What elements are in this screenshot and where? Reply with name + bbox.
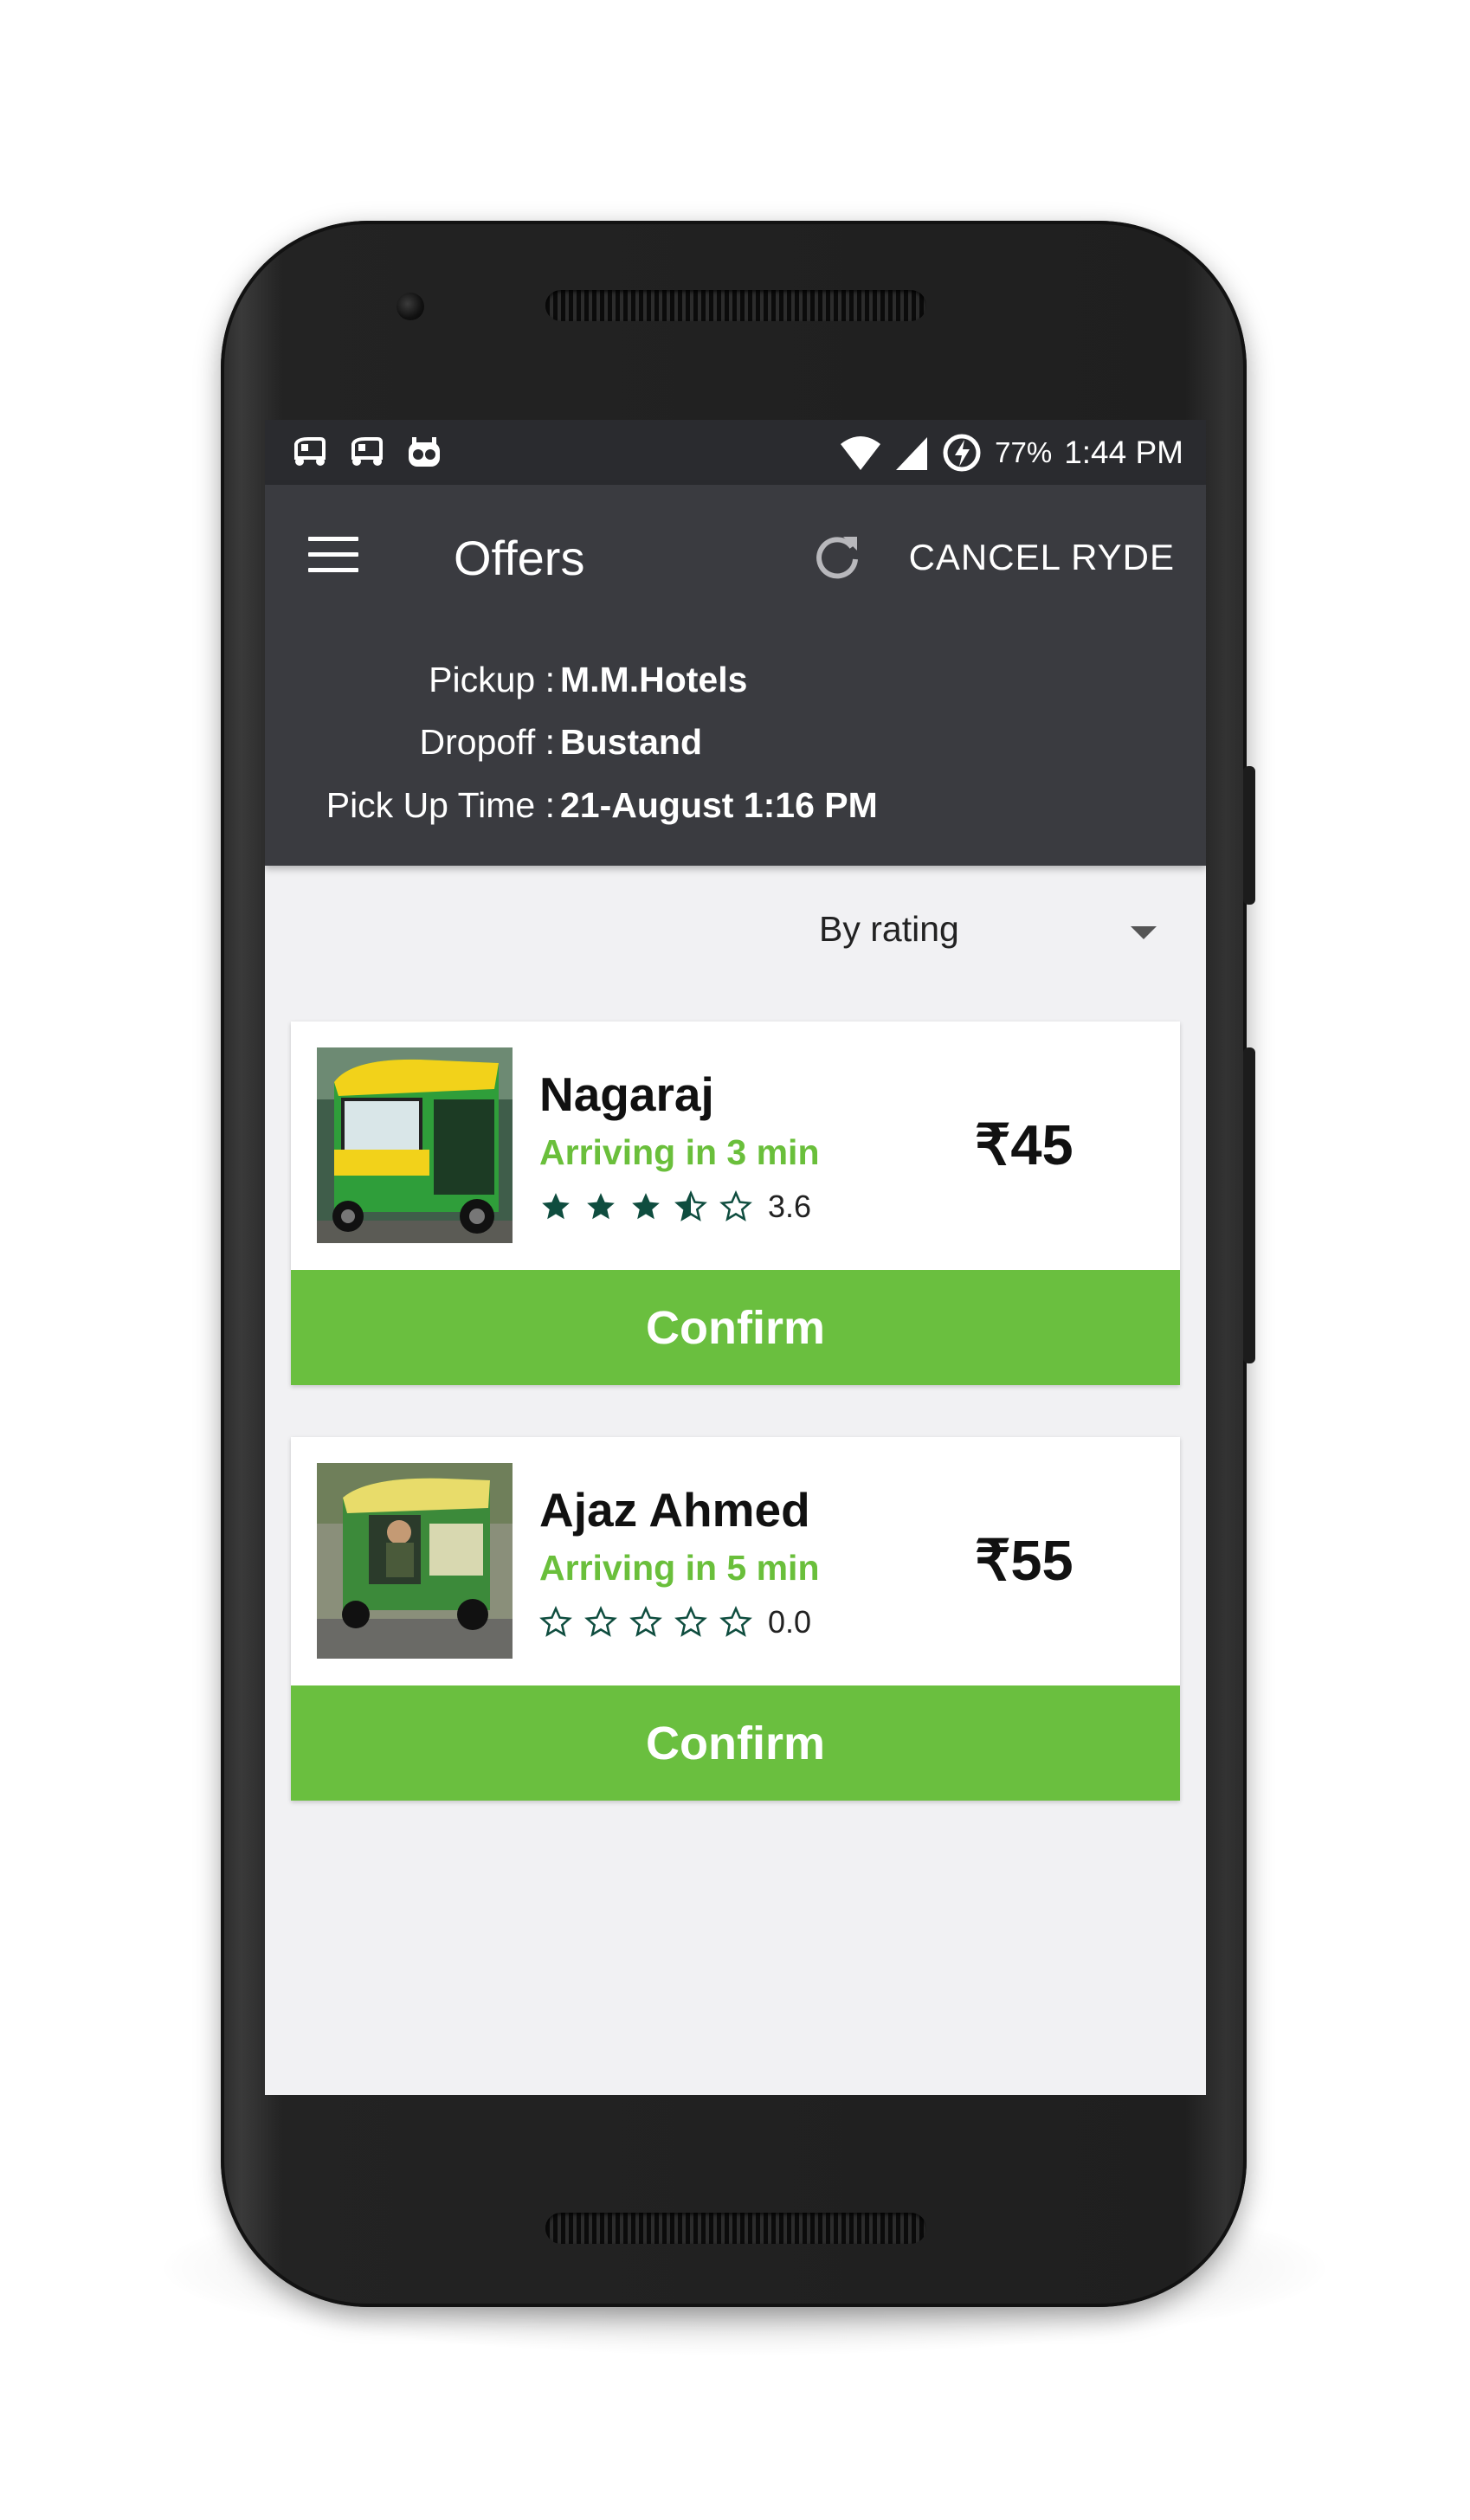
chevron-down-icon bbox=[1131, 926, 1157, 939]
pickup-time-value: 21-August 1:16 PM bbox=[560, 784, 878, 825]
front-camera bbox=[397, 293, 424, 320]
volume-button bbox=[1243, 1047, 1255, 1363]
driver-name: Nagaraj bbox=[539, 1067, 714, 1121]
pickup-time-row: Pick Up Time : 21-August 1:16 PM bbox=[265, 779, 878, 831]
clock: 1:44 PM bbox=[1064, 435, 1183, 470]
pickup-time-label: Pick Up Time : bbox=[326, 784, 555, 825]
battery-charging-icon bbox=[943, 434, 981, 472]
auto-rickshaw-icon bbox=[294, 437, 326, 466]
sort-selected-label: By rating bbox=[819, 909, 959, 949]
driver-name: Ajaz Ahmed bbox=[539, 1483, 810, 1537]
rating-value: 3.6 bbox=[768, 1189, 812, 1224]
fare-price: ₹55 bbox=[975, 1529, 1073, 1592]
cancel-ryde-button[interactable]: CANCEL RYDE bbox=[909, 537, 1175, 578]
page-title: Offers bbox=[454, 531, 585, 585]
auto-rickshaw-photo bbox=[317, 1047, 513, 1243]
eta-text: Arriving in 3 min bbox=[539, 1132, 820, 1172]
star-filled-icon bbox=[632, 1193, 660, 1220]
star-empty-icon bbox=[674, 1606, 707, 1637]
offer-card: Nagaraj Arriving in 3 min 3.6 ₹45 Confir… bbox=[291, 1022, 1180, 1385]
wifi-icon bbox=[841, 436, 881, 470]
star-rating: 0.0 bbox=[539, 1604, 811, 1640]
dropoff-label: Dropoff : bbox=[419, 721, 556, 762]
eta-text: Arriving in 5 min bbox=[539, 1548, 820, 1588]
earpiece-speaker bbox=[545, 290, 926, 321]
pickup-label: Pickup : bbox=[429, 659, 555, 699]
pickup-value: M.M.Hotels bbox=[560, 659, 748, 699]
dropoff-value: Bustand bbox=[560, 721, 702, 762]
refresh-icon[interactable] bbox=[810, 530, 866, 585]
power-button bbox=[1243, 766, 1255, 905]
offer-card: Ajaz Ahmed Arriving in 5 min 0.0 ₹55 Con… bbox=[291, 1437, 1180, 1801]
star-rating: 3.6 bbox=[539, 1189, 811, 1225]
auto-rickshaw-photo bbox=[317, 1463, 513, 1659]
star-empty-icon bbox=[584, 1606, 617, 1637]
fare-price: ₹45 bbox=[975, 1113, 1073, 1176]
hamburger-menu-icon[interactable] bbox=[308, 537, 360, 578]
sort-dropdown[interactable]: By rating bbox=[265, 866, 1206, 996]
star-filled-icon bbox=[587, 1193, 615, 1220]
pickup-row: Pickup : M.M.Hotels bbox=[265, 654, 747, 706]
star-filled-icon bbox=[542, 1193, 570, 1220]
app-screen: 77% 1:44 PM Offers CANCEL RYDE Pickup : … bbox=[265, 420, 1206, 2095]
app-toolbar: Offers CANCEL RYDE Pickup : M.M.Hotels D… bbox=[265, 485, 1206, 866]
star-empty-icon bbox=[719, 1190, 752, 1221]
rating-value: 0.0 bbox=[768, 1604, 812, 1640]
auto-rickshaw-icon bbox=[351, 437, 383, 466]
app-mascot-icon bbox=[409, 437, 440, 467]
bottom-speaker bbox=[545, 2213, 926, 2244]
star-empty-icon bbox=[629, 1606, 662, 1637]
star-empty-icon bbox=[719, 1606, 752, 1637]
confirm-button[interactable]: Confirm bbox=[291, 1685, 1180, 1801]
dropoff-row: Dropoff : Bustand bbox=[265, 716, 703, 768]
status-bar: 77% 1:44 PM bbox=[265, 420, 1206, 485]
cellular-signal-icon bbox=[896, 437, 928, 470]
star-empty-icon bbox=[539, 1606, 572, 1637]
star-half-icon bbox=[674, 1190, 707, 1221]
confirm-button[interactable]: Confirm bbox=[291, 1270, 1180, 1385]
battery-percentage: 77% bbox=[995, 436, 1053, 468]
